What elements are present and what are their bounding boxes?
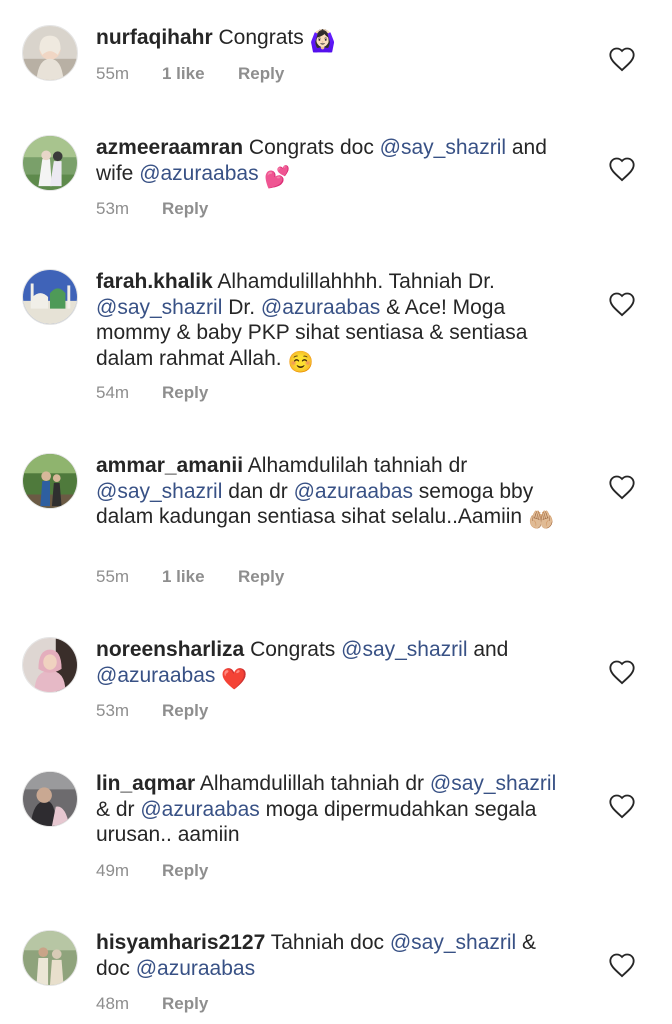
comment-text: azmeeraamran Congrats doc @say_shazril a… — [96, 135, 570, 190]
mention-link[interactable]: @say_shazril — [341, 638, 467, 661]
comment-meta: 49m Reply — [96, 861, 208, 881]
reply-button[interactable]: Reply — [162, 994, 208, 1014]
emoji: ❤️ — [221, 667, 248, 691]
comment-text: nurfaqihahr Congrats 🙆🏻‍♀️ — [96, 25, 570, 55]
comment-text: ammar_amanii Alhamdulilah tahniah dr @sa… — [96, 453, 570, 534]
reply-button[interactable]: Reply — [238, 567, 284, 587]
reply-button[interactable]: Reply — [238, 64, 284, 84]
comment-username[interactable]: ammar_amanii — [96, 454, 243, 477]
like-count[interactable]: 1 like — [162, 567, 238, 587]
comment-body: & dr — [96, 797, 141, 821]
comment-body: Alhamdulillahhhh. Tahniah Dr. — [212, 270, 495, 293]
comment-username[interactable]: farah.khalik — [96, 270, 213, 293]
comment-time: 48m — [96, 994, 130, 1013]
comment-text: hisyamharis2127 Tahniah doc @say_shazril… — [96, 930, 570, 981]
mention-link[interactable]: @azuraabas — [96, 664, 215, 687]
comment-text: farah.khalik Alhamdulillahhhh. Tahniah D… — [96, 269, 570, 375]
comment-time: 53m — [96, 701, 130, 720]
avatar[interactable] — [22, 25, 78, 81]
mention-link[interactable]: @azuraabas — [140, 798, 259, 821]
comment-body: Alhamdulillah tahniah dr — [195, 772, 430, 795]
comment-list: nurfaqihahr Congrats 🙆🏻‍♀️ 55m 1 like Re… — [0, 0, 672, 1024]
reply-button[interactable]: Reply — [162, 861, 208, 881]
comment-body: Alhamdulilah tahniah dr — [243, 454, 468, 477]
comment-meta: 53m Reply — [96, 199, 208, 219]
comment-username[interactable]: hisyamharis2127 — [96, 931, 265, 954]
comment-body: and — [467, 638, 509, 661]
avatar[interactable] — [22, 637, 78, 693]
comment-username[interactable]: lin_aqmar — [96, 772, 195, 795]
mention-link[interactable]: @say_shazril — [96, 480, 222, 503]
comment-body: dan dr — [222, 479, 294, 503]
comment-meta: 55m 1 like Reply — [96, 567, 284, 587]
comment-body: Congrats — [244, 638, 342, 661]
mention-link[interactable]: @say_shazril — [430, 772, 556, 795]
heart-outline-icon[interactable] — [608, 793, 636, 819]
comment-meta: 55m 1 like Reply — [96, 64, 284, 84]
heart-outline-icon[interactable] — [608, 474, 636, 500]
reply-button[interactable]: Reply — [162, 701, 208, 721]
mention-link[interactable]: @azuraabas — [139, 162, 258, 185]
heart-outline-icon[interactable] — [608, 952, 636, 978]
comment-time: 55m — [96, 567, 130, 586]
comment-username[interactable]: noreensharliza — [96, 638, 244, 661]
comment-time: 55m — [96, 64, 130, 83]
emoji: ☺️ — [287, 350, 314, 374]
heart-outline-icon[interactable] — [608, 659, 636, 685]
comment-body: Congrats doc — [243, 136, 380, 159]
comment-meta: 53m Reply — [96, 701, 208, 721]
heart-outline-icon[interactable] — [608, 46, 636, 72]
heart-outline-icon[interactable] — [608, 291, 636, 317]
mention-link[interactable]: @azuraabas — [261, 296, 380, 319]
avatar[interactable] — [22, 453, 78, 509]
avatar[interactable] — [22, 771, 78, 827]
comment-username[interactable]: azmeeraamran — [96, 136, 243, 159]
comment-username[interactable]: nurfaqihahr — [96, 26, 213, 49]
emoji: 🤲🏼 — [527, 509, 555, 532]
comment-meta: 54m Reply — [96, 383, 208, 403]
avatar[interactable] — [22, 135, 78, 191]
heart-outline-icon[interactable] — [608, 156, 636, 182]
comment-text: noreensharliza Congrats @say_shazril and… — [96, 637, 570, 692]
reply-button[interactable]: Reply — [162, 199, 208, 219]
emoji: 🙆🏻‍♀️ — [309, 30, 336, 53]
like-count[interactable]: 1 like — [162, 64, 238, 84]
comment-body: Dr. — [222, 295, 261, 319]
mention-link[interactable]: @say_shazril — [96, 296, 222, 319]
mention-link[interactable]: @say_shazril — [380, 136, 506, 159]
comment-body: Tahniah doc — [265, 931, 390, 954]
mention-link[interactable]: @say_shazril — [390, 931, 516, 954]
emoji: 💕 — [264, 165, 291, 189]
avatar[interactable] — [22, 930, 78, 986]
comment-time: 54m — [96, 383, 130, 402]
comment-meta: 48m Reply — [96, 994, 208, 1014]
comment-time: 49m — [96, 861, 130, 880]
comment-body: Congrats — [212, 26, 310, 49]
mention-link[interactable]: @azuraabas — [136, 957, 255, 980]
avatar[interactable] — [22, 269, 78, 325]
comment-time: 53m — [96, 199, 130, 218]
comment-text: lin_aqmar Alhamdulillah tahniah dr @say_… — [96, 771, 570, 848]
mention-link[interactable]: @azuraabas — [294, 480, 413, 503]
reply-button[interactable]: Reply — [162, 383, 208, 403]
